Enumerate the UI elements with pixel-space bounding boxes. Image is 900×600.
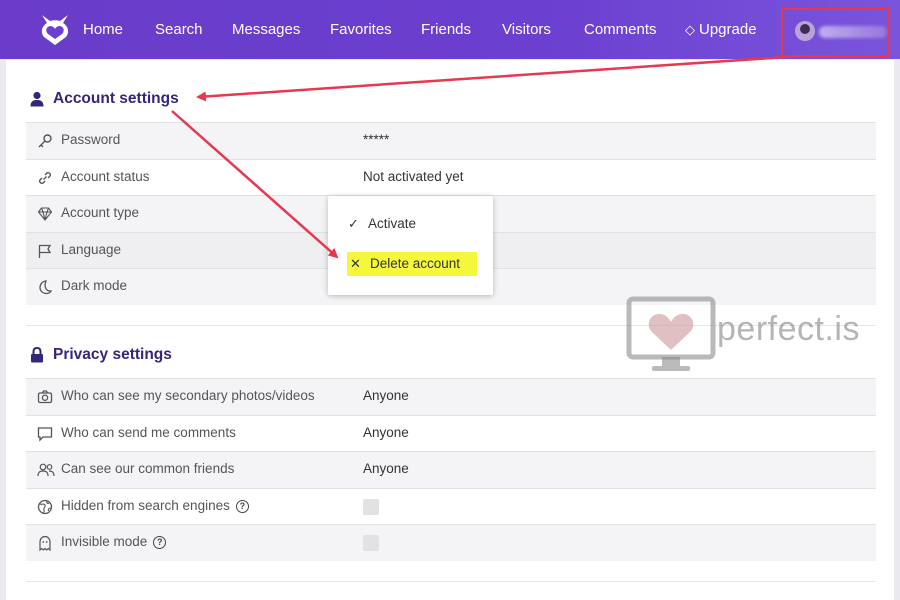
setting-row-password[interactable]: Password ***** <box>26 122 876 159</box>
setting-value[interactable]: Anyone <box>363 425 409 440</box>
setting-label: Language <box>61 241 122 257</box>
setting-value[interactable]: ***** <box>363 132 389 147</box>
devil-heart-logo-icon[interactable] <box>38 12 72 46</box>
camera-icon <box>37 390 53 404</box>
privacy-settings-table: Who can see my secondary photos/videos A… <box>26 378 876 561</box>
setting-label: Who can send me comments <box>61 424 236 440</box>
diamond-icon <box>37 207 53 222</box>
setting-row-hidden-search[interactable]: Hidden from search engines? <box>26 487 876 525</box>
key-icon <box>38 134 52 148</box>
setting-label: Invisible mode? <box>61 534 167 550</box>
moon-icon <box>39 280 53 295</box>
nav-friends[interactable]: Friends <box>421 0 471 59</box>
avatar <box>795 21 815 41</box>
comment-icon <box>37 426 53 442</box>
nav-home[interactable]: Home <box>83 0 123 59</box>
dropdown-delete-label: Delete account <box>370 256 461 271</box>
globe-icon <box>37 499 53 514</box>
setting-row-common-friends[interactable]: Can see our common friends Anyone <box>26 451 876 488</box>
lock-icon <box>31 347 43 363</box>
setting-value[interactable]: Anyone <box>363 461 409 476</box>
setting-label: Hidden from search engines? <box>61 498 249 513</box>
invisible-mode-checkbox[interactable] <box>363 535 379 552</box>
setting-label: Password <box>61 132 121 147</box>
setting-row-secondary-photos[interactable]: Who can see my secondary photos/videos A… <box>26 378 876 415</box>
nav-visitors[interactable]: Visitors <box>502 0 551 59</box>
watermark-text: perfect.is <box>717 310 860 348</box>
users-icon <box>37 463 55 477</box>
close-icon: ✕ <box>350 256 361 271</box>
nav-search[interactable]: Search <box>155 0 203 59</box>
nav-upgrade[interactable]: ◇ Upgrade <box>685 0 757 59</box>
setting-label: Who can see my secondary photos/videos <box>61 388 315 403</box>
user-icon <box>30 91 44 107</box>
nav-messages[interactable]: Messages <box>232 0 300 59</box>
privacy-settings-title: Privacy settings <box>53 346 172 363</box>
setting-row-invisible-mode[interactable]: Invisible mode? <box>26 524 876 561</box>
setting-label: Dark mode <box>61 278 128 294</box>
setting-label: Account type <box>61 205 140 221</box>
account-settings-title: Account settings <box>53 90 179 107</box>
nav-favorites[interactable]: Favorites <box>330 0 392 59</box>
diamond-icon: ◇ <box>685 22 695 37</box>
profile-menu-button[interactable] <box>781 8 890 57</box>
check-icon: ✓ <box>348 216 359 231</box>
setting-row-comments[interactable]: Who can send me comments Anyone <box>26 414 876 452</box>
ghost-icon <box>39 536 51 552</box>
setting-label-text: Hidden from search engines <box>61 497 230 513</box>
nav-comments[interactable]: Comments <box>584 0 657 59</box>
account-status-dropdown: ✓ Activate <box>328 196 493 295</box>
help-icon[interactable]: ? <box>235 499 249 513</box>
dropdown-item-delete-account[interactable]: ✕ Delete account <box>347 252 477 276</box>
setting-label: Can see our common friends <box>61 461 235 477</box>
dropdown-item-activate[interactable]: ✓ Activate <box>348 216 416 232</box>
section-divider <box>26 581 876 582</box>
hidden-search-checkbox[interactable] <box>363 498 379 515</box>
flag-icon <box>38 244 52 258</box>
delete-account-row: ✕ Delete account <box>350 256 460 272</box>
blurred-username <box>819 26 887 38</box>
nav-upgrade-label: Upgrade <box>699 21 757 38</box>
help-icon[interactable]: ? <box>153 536 167 550</box>
setting-row-account-status[interactable]: Account status Not activated yet <box>26 158 876 196</box>
top-navigation-bar: Home Search Messages Favorites Friends V… <box>0 0 900 59</box>
dropdown-activate-label: Activate <box>368 216 417 231</box>
setting-value[interactable]: Not activated yet <box>363 169 464 184</box>
setting-label-text: Invisible mode <box>61 534 148 550</box>
link-icon <box>38 171 52 184</box>
setting-value[interactable]: Anyone <box>363 388 409 403</box>
setting-label: Account status <box>61 168 150 184</box>
